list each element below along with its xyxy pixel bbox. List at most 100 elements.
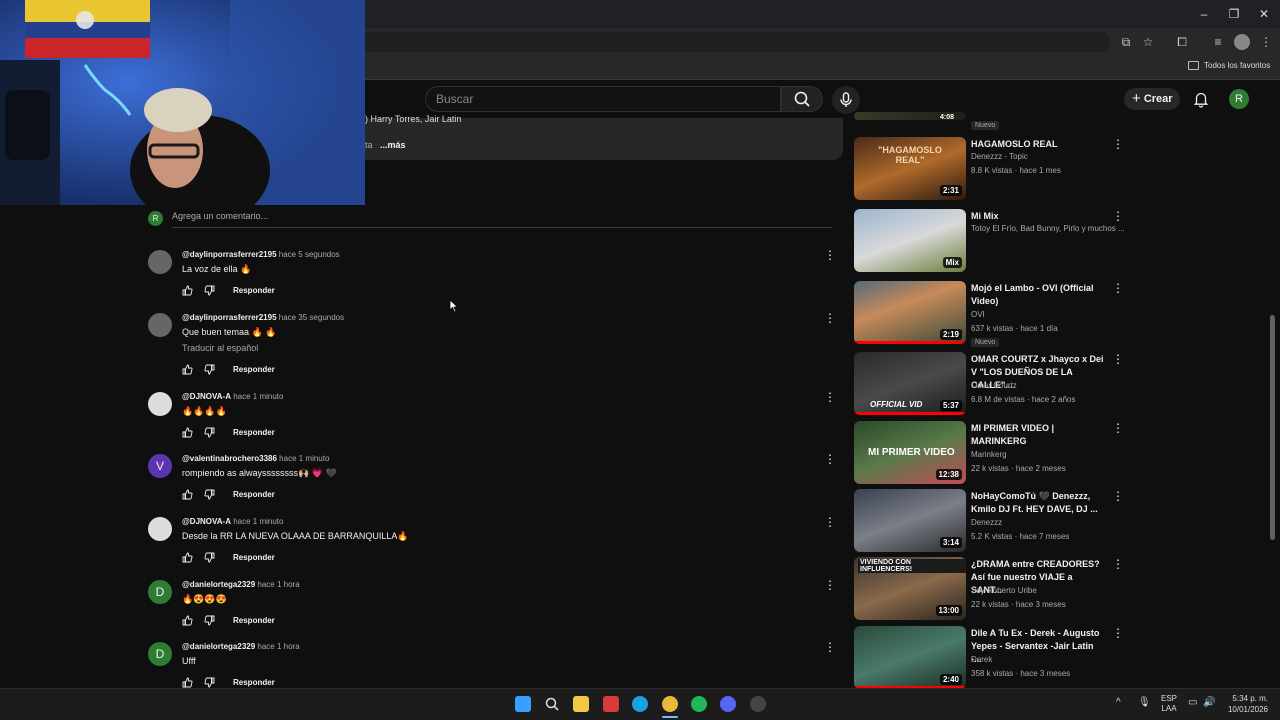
dislike-icon[interactable] [204,364,215,377]
language-indicator[interactable]: ESP LAA [1161,694,1177,714]
channel-name[interactable]: Omar Courtz [971,381,1017,390]
comment-menu-icon[interactable]: ⋮ [824,640,836,654]
video-thumbnail[interactable]: MI PRIMER VIDEO 12:38 [854,421,966,484]
clock[interactable]: 5:34 p. m. 10/01/2026 [1226,693,1268,715]
like-icon[interactable] [182,427,193,440]
video-thumbnail[interactable]: OFFICIAL VID 5:37 [854,352,966,415]
notifications-bell-icon[interactable] [1192,90,1210,108]
translate-link[interactable]: Traducir al español [182,343,258,353]
video-thumbnail[interactable]: Mix [854,209,966,272]
comment-author[interactable]: @daylinporrasferrer2195 [182,313,277,322]
video-menu-icon[interactable]: ⋮ [1112,209,1124,223]
video-thumbnail[interactable]: 2:19 [854,281,966,344]
video-title[interactable]: Mi Mix [971,210,1106,223]
comment-menu-icon[interactable]: ⋮ [824,390,836,404]
reply-button[interactable]: Responder [233,428,275,437]
add-comment-input[interactable]: Agrega un comentario... [172,211,268,221]
video-menu-icon[interactable]: ⋮ [1112,489,1124,503]
comment-author[interactable]: @DJNOVA-A [182,392,231,401]
video-title[interactable]: NoHayComoTú 🖤 Denezzz, Kmilo DJ Ft. HEY … [971,490,1106,516]
comment-avatar[interactable] [148,313,172,337]
comment-author[interactable]: @danielortega2329 [182,580,255,589]
dislike-icon[interactable] [204,427,215,440]
comment-menu-icon[interactable]: ⋮ [824,311,836,325]
tray-chevron-icon[interactable]: ^ [1116,697,1121,708]
comment-menu-icon[interactable]: ⋮ [824,515,836,529]
video-menu-icon[interactable]: ⋮ [1112,281,1124,295]
address-field[interactable] [300,32,1110,52]
description-box[interactable] [365,118,843,160]
account-avatar[interactable]: R [1229,89,1249,109]
video-title[interactable]: MI PRIMER VIDEO | MARINKERG [971,422,1106,448]
video-menu-icon[interactable]: ⋮ [1112,626,1124,640]
restore-icon[interactable]: ❐ [1226,6,1242,22]
reply-button[interactable]: Responder [233,616,275,625]
video-thumbnail[interactable]: 2:40 [854,626,966,689]
comment-time[interactable]: hace 1 minuto [231,392,283,401]
create-button[interactable]: + Crear [1124,88,1180,110]
dislike-icon[interactable] [204,615,215,628]
comment-avatar[interactable] [148,250,172,274]
comment-avatar[interactable]: D [148,580,172,604]
comment-time[interactable]: hace 1 hora [255,580,299,589]
comment-avatar[interactable]: D [148,642,172,666]
video-menu-icon[interactable]: ⋮ [1112,352,1124,366]
close-icon[interactable]: ✕ [1256,6,1272,22]
like-icon[interactable] [182,615,193,628]
comment-time[interactable]: hace 1 hora [255,642,299,651]
edge-icon[interactable] [632,696,648,712]
chrome-icon[interactable] [662,696,678,712]
app-red-icon[interactable] [603,696,619,712]
reply-button[interactable]: Responder [233,490,275,499]
channel-name[interactable]: OVI [971,310,985,319]
comment-time[interactable]: hace 35 segundos [277,313,344,322]
video-thumbnail[interactable]: "HAGAMOSLO REAL" 2:31 [854,137,966,200]
extensions-icon[interactable]: ⧠ [1174,34,1190,50]
video-thumbnail[interactable]: VIVIENDO CON INFLUENCERS! 13:00 [854,557,966,620]
comment-menu-icon[interactable]: ⋮ [824,578,836,592]
bookmark-star-icon[interactable]: ☆ [1140,34,1156,50]
video-menu-icon[interactable]: ⋮ [1112,421,1124,435]
channel-name[interactable]: Marinkerg [971,450,1007,459]
chrome-menu-icon[interactable]: ⋮ [1258,34,1274,50]
dislike-icon[interactable] [204,285,215,298]
profile-avatar-icon[interactable] [1234,34,1250,50]
comment-author[interactable]: @valentinabrochero3386 [182,454,277,463]
dislike-icon[interactable] [204,552,215,565]
search-icon[interactable] [544,696,560,712]
comment-avatar[interactable] [148,517,172,541]
scrollbar[interactable] [1270,315,1275,540]
spotify-icon[interactable] [691,696,707,712]
video-title[interactable]: Mojó el Lambo - OVI (Official Video) [971,282,1106,308]
reply-button[interactable]: Responder [233,365,275,374]
voice-search-button[interactable] [832,86,860,114]
search-button[interactable] [781,86,823,112]
comment-time[interactable]: hace 1 minuto [277,454,329,463]
network-icon[interactable]: ▭ [1188,697,1197,708]
discord-icon[interactable] [720,696,736,712]
reply-button[interactable]: Responder [233,286,275,295]
video-menu-icon[interactable]: ⋮ [1112,557,1124,571]
like-icon[interactable] [182,364,193,377]
channel-name[interactable]: Derek [971,655,992,664]
media-control-icon[interactable]: ≡ [1210,34,1226,50]
file-explorer-icon[interactable] [573,696,589,712]
search-input[interactable]: Buscar [425,86,781,112]
channel-name[interactable]: Totoy El Frío, Bad Bunny, Pirlo y muchos… [971,224,1125,233]
obs-icon[interactable] [750,696,766,712]
all-bookmarks-link[interactable]: Todos los favoritos [1204,61,1270,70]
comment-author[interactable]: @daylinporrasferrer2195 [182,250,277,259]
windows-start-icon[interactable] [515,696,531,712]
video-menu-icon[interactable]: ⋮ [1112,137,1124,151]
install-app-icon[interactable]: ⧉ [1118,34,1134,50]
comment-author[interactable]: @DJNOVA-A [182,517,231,526]
like-icon[interactable] [182,489,193,502]
comment-menu-icon[interactable]: ⋮ [824,248,836,262]
show-more-link[interactable]: ...más [380,140,406,150]
reply-button[interactable]: Responder [233,553,275,562]
comment-avatar[interactable] [148,392,172,416]
volume-icon[interactable]: 🔊 [1203,697,1215,708]
comment-author[interactable]: @danielortega2329 [182,642,255,651]
channel-name[interactable]: Soy Roberto Uribe [971,586,1037,595]
dislike-icon[interactable] [204,489,215,502]
